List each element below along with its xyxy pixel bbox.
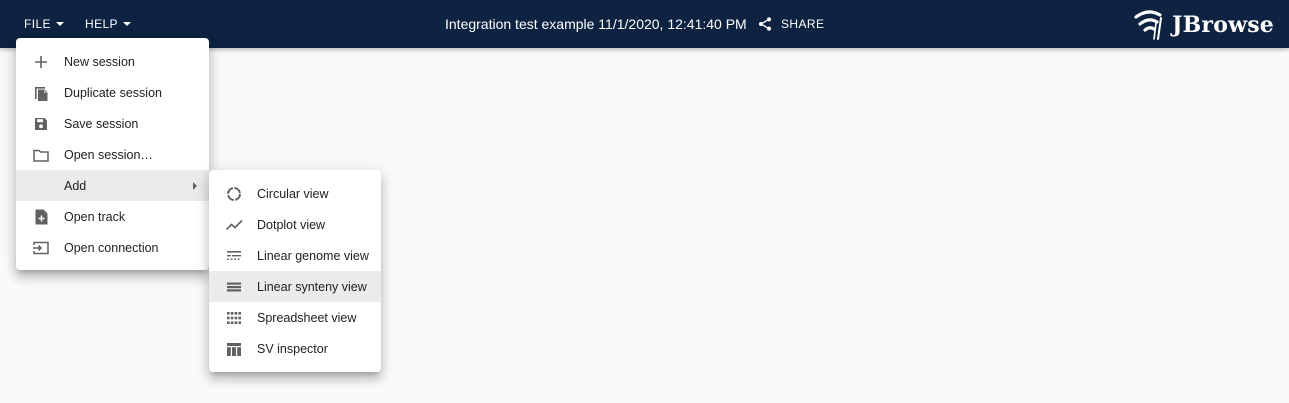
logo-text: JBrowse	[1172, 12, 1274, 38]
menu-item-circular-view[interactable]: Circular view	[209, 178, 381, 209]
circular-view-icon	[225, 185, 243, 203]
menu-item-label: Save session	[64, 116, 139, 131]
caret-down-icon	[122, 22, 131, 26]
share-label: SHARE	[781, 17, 825, 31]
menu-item-open-connection[interactable]: Open connection	[16, 232, 209, 263]
menu-item-duplicate-session[interactable]: Duplicate session	[16, 77, 209, 108]
sv-inspector-icon	[225, 340, 243, 358]
menu-item-linear-synteny-view[interactable]: Linear synteny view	[209, 271, 381, 302]
menu-item-label: Dotplot view	[257, 217, 326, 232]
menu-item-linear-genome-view[interactable]: Linear genome view	[209, 240, 381, 271]
jbrowse-logo-icon	[1134, 10, 1162, 40]
plus-icon	[32, 53, 50, 71]
menu-item-save-session[interactable]: Save session	[16, 108, 209, 139]
menu-item-label: Duplicate session	[64, 85, 162, 100]
caret-right-icon	[193, 182, 197, 190]
menu-item-label: Spreadsheet view	[257, 310, 357, 325]
file-menu-label: FILE	[24, 17, 51, 31]
dotplot-icon	[225, 216, 243, 234]
menu-item-label: Open session…	[64, 147, 153, 162]
session-title[interactable]: Integration test example 11/1/2020, 12:4…	[445, 0, 747, 48]
jbrowse-logo: JBrowse	[1134, 8, 1274, 42]
share-button[interactable]: SHARE	[757, 0, 824, 48]
menu-item-label: Add	[64, 178, 87, 193]
spreadsheet-icon	[225, 309, 243, 327]
menu-item-add[interactable]: Add	[16, 170, 209, 201]
caret-down-icon	[55, 22, 64, 26]
menu-item-label: Linear genome view	[257, 248, 369, 263]
menu-item-label: Linear synteny view	[257, 279, 367, 294]
linear-genome-icon	[225, 247, 243, 265]
menu-item-sv-inspector[interactable]: SV inspector	[209, 333, 381, 364]
menu-item-new-session[interactable]: New session	[16, 46, 209, 77]
input-icon	[32, 239, 50, 257]
note-add-icon	[32, 208, 50, 226]
folder-icon	[32, 146, 50, 164]
share-icon	[759, 17, 771, 31]
menu-item-label: Open track	[64, 209, 126, 224]
menu-item-open-session[interactable]: Open session…	[16, 139, 209, 170]
menu-item-label: New session	[64, 54, 135, 69]
file-copy-icon	[32, 84, 50, 102]
menu-item-label: SV inspector	[257, 341, 328, 356]
save-icon	[32, 115, 50, 133]
menu-item-open-track[interactable]: Open track	[16, 201, 209, 232]
menu-item-spreadsheet-view[interactable]: Spreadsheet view	[209, 302, 381, 333]
linear-synteny-icon	[225, 278, 243, 296]
file-menu: New session Duplicate session Save sessi…	[16, 38, 209, 270]
menu-item-label: Circular view	[257, 186, 329, 201]
add-submenu: Circular view Dotplot view Linear genome…	[209, 170, 381, 372]
menu-item-label: Open connection	[64, 240, 159, 255]
help-menu-label: HELP	[85, 17, 118, 31]
menu-item-dotplot-view[interactable]: Dotplot view	[209, 209, 381, 240]
